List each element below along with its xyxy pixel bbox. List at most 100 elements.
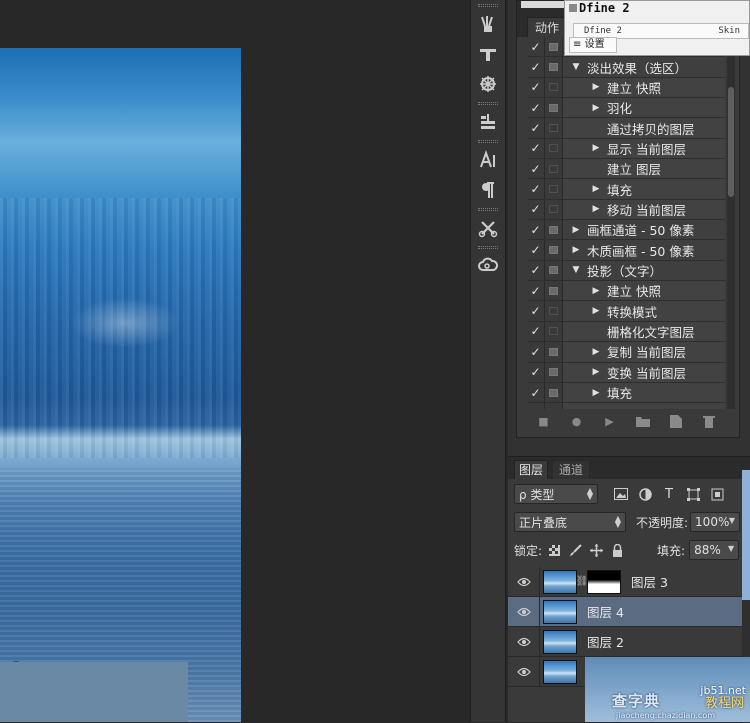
collapsed-triangle-icon[interactable]: ▶: [589, 347, 603, 357]
action-row[interactable]: ✓ ▶羽化: [527, 98, 725, 118]
brush-preset-icon[interactable]: [473, 10, 503, 38]
play-icon[interactable]: ▶: [601, 412, 619, 430]
action-row-body[interactable]: ▶画框通道 - 50 像素: [563, 220, 725, 239]
adjustment-filter-icon[interactable]: [636, 485, 654, 503]
action-row[interactable]: ✓ ▶填充: [527, 383, 725, 403]
collapsed-triangle-icon[interactable]: ▶: [589, 204, 603, 214]
clone-source-icon[interactable]: [473, 70, 503, 98]
action-row[interactable]: ✓ ▼投影（文字）: [527, 261, 725, 281]
eye-icon[interactable]: [508, 597, 540, 626]
action-toggle-checkbox[interactable]: ✓: [527, 118, 545, 137]
dialog-toggle[interactable]: [545, 98, 563, 117]
collapsed-triangle-icon[interactable]: ▶: [589, 184, 603, 194]
eye-icon[interactable]: [508, 567, 540, 596]
collapsed-triangle-icon[interactable]: ▶: [589, 286, 603, 296]
layer-name[interactable]: 图层 3: [631, 572, 668, 591]
action-row[interactable]: ✓ ▶复制 当前图层: [527, 342, 725, 362]
action-row-body[interactable]: ▼淡出效果（选区）: [563, 57, 725, 76]
layer-thumbnail[interactable]: [543, 570, 577, 594]
action-row[interactable]: ✓▶显示 当前图层: [527, 139, 725, 159]
layer-thumbnail[interactable]: [543, 630, 577, 654]
grip-handle[interactable]: [478, 102, 498, 105]
type-filter-icon[interactable]: T: [660, 485, 678, 503]
collapsed-triangle-icon[interactable]: ▶: [569, 225, 583, 235]
collapsed-triangle-icon[interactable]: ▶: [589, 306, 603, 316]
dialog-toggle[interactable]: [545, 118, 563, 137]
action-row-body[interactable]: ▼投影（文字）: [563, 261, 725, 280]
action-row-body[interactable]: ▶填充: [563, 383, 725, 402]
action-row-body[interactable]: ▶转换模式: [563, 301, 725, 320]
action-toggle-checkbox[interactable]: ✓: [527, 342, 545, 361]
tab-actions[interactable]: 动作: [527, 17, 567, 37]
action-toggle-checkbox[interactable]: ✓: [527, 200, 545, 219]
action-toggle-checkbox[interactable]: ✓: [527, 240, 545, 259]
action-toggle-checkbox[interactable]: ✓: [527, 98, 545, 117]
action-toggle-checkbox[interactable]: ✓: [527, 37, 545, 56]
action-toggle-checkbox[interactable]: ✓: [527, 363, 545, 382]
layer-name[interactable]: 图层 2: [587, 632, 624, 651]
layer-name[interactable]: 图层 4: [587, 602, 624, 621]
shape-filter-icon[interactable]: [684, 485, 702, 503]
action-row[interactable]: ✓通过拷贝的图层: [527, 118, 725, 138]
dialog-toggle[interactable]: [545, 301, 563, 320]
layer-row[interactable]: 图层 4: [508, 597, 750, 627]
dfine-settings-button[interactable]: ≡ 设置: [569, 37, 617, 53]
creative-cloud-icon[interactable]: [473, 252, 503, 280]
action-row-body[interactable]: ▶羽化: [563, 98, 725, 117]
collapsed-triangle-icon[interactable]: ▶: [589, 103, 603, 113]
action-toggle-checkbox[interactable]: ✓: [527, 159, 545, 178]
action-toggle-checkbox[interactable]: ✓: [527, 57, 545, 76]
grip-handle[interactable]: [478, 4, 498, 7]
tool-presets-icon[interactable]: [473, 108, 503, 136]
grip-handle[interactable]: [478, 208, 498, 211]
dialog-toggle[interactable]: [545, 159, 563, 178]
action-row-body[interactable]: ▶复制 当前图层: [563, 342, 725, 361]
expanded-triangle-icon[interactable]: ▼: [569, 265, 583, 275]
opacity-input[interactable]: 100% ▼: [690, 512, 740, 532]
action-toggle-checkbox[interactable]: ✓: [527, 261, 545, 280]
dialog-toggle[interactable]: [545, 383, 563, 402]
dialog-toggle[interactable]: [545, 342, 563, 361]
action-row[interactable]: ✓栅格化文字图层: [527, 322, 725, 342]
smart-object-filter-icon[interactable]: [708, 485, 726, 503]
tab-layers[interactable]: 图层: [514, 460, 548, 479]
dialog-toggle[interactable]: [545, 281, 563, 300]
lock-all-icon[interactable]: [609, 542, 625, 558]
pixel-filter-icon[interactable]: [612, 485, 630, 503]
action-row[interactable]: ✓▶画框通道 - 50 像素: [527, 220, 725, 240]
action-row-body[interactable]: 建立 图层: [563, 159, 725, 178]
blend-mode-select[interactable]: 正片叠底 ▲▼: [514, 512, 626, 532]
action-row-body[interactable]: 栅格化文字图层: [563, 322, 725, 341]
canvas-image[interactable]: [0, 48, 241, 722]
collapsed-triangle-icon[interactable]: ▶: [589, 82, 603, 92]
dialog-toggle[interactable]: [545, 261, 563, 280]
dialog-toggle[interactable]: [545, 200, 563, 219]
actions-scrollbar[interactable]: [727, 37, 735, 409]
expanded-triangle-icon[interactable]: ▼: [569, 62, 583, 72]
tab-channels[interactable]: 通道: [552, 460, 590, 479]
action-toggle-checkbox[interactable]: ✓: [527, 78, 545, 97]
collapsed-triangle-icon[interactable]: ▶: [589, 367, 603, 377]
new-action-icon[interactable]: [667, 412, 685, 430]
action-row[interactable]: ✓▶变换 当前图层: [527, 363, 725, 383]
action-row[interactable]: ✓ 建立 图层: [527, 159, 725, 179]
action-row[interactable]: ✓▶移动 当前图层: [527, 200, 725, 220]
dialog-toggle[interactable]: [545, 240, 563, 259]
folder-icon[interactable]: [634, 412, 652, 430]
scroll-thumb[interactable]: [728, 87, 734, 197]
dialog-toggle[interactable]: [545, 37, 563, 56]
eye-icon[interactable]: [508, 627, 540, 656]
action-row-body[interactable]: ▶填充: [563, 179, 725, 198]
action-toggle-checkbox[interactable]: ✓: [527, 383, 545, 402]
eye-icon[interactable]: [508, 657, 540, 686]
dialog-toggle[interactable]: [545, 363, 563, 382]
layer-mask-thumbnail[interactable]: [587, 570, 621, 594]
adjustment-brush-icon[interactable]: [473, 40, 503, 68]
action-toggle-checkbox[interactable]: ✓: [527, 139, 545, 158]
lock-transparent-icon[interactable]: [546, 542, 562, 558]
lock-position-icon[interactable]: [588, 542, 604, 558]
action-row[interactable]: ✓▶建立 快照: [527, 78, 725, 98]
grip-handle[interactable]: [478, 246, 498, 249]
stop-icon[interactable]: ■: [535, 412, 553, 430]
dialog-toggle[interactable]: [545, 139, 563, 158]
